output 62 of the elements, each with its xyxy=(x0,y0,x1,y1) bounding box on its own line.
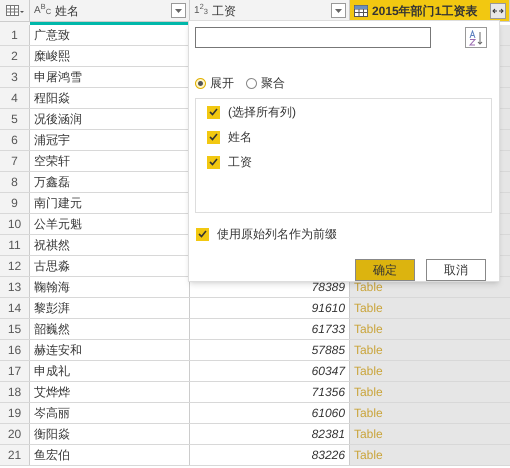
row-number: 13 xyxy=(0,277,30,297)
table-icon[interactable] xyxy=(6,5,24,16)
row-number: 10 xyxy=(0,214,30,234)
row-number: 19 xyxy=(0,403,30,423)
table-cell[interactable]: Table xyxy=(350,382,510,402)
checkbox-label: 姓名 xyxy=(228,129,252,146)
table-cell[interactable]: Table xyxy=(350,319,510,339)
row-number: 5 xyxy=(0,109,30,129)
checkbox[interactable] xyxy=(207,156,220,168)
table-cell: 艾烨烨 xyxy=(30,382,190,402)
row-number: 16 xyxy=(0,340,30,360)
row-number: 11 xyxy=(0,235,30,255)
radio-option[interactable]: 聚合 xyxy=(246,74,285,92)
row-number: 14 xyxy=(0,298,30,318)
checkbox-label: 工资 xyxy=(228,154,252,171)
column-header[interactable]: 2015年部门1工资表 xyxy=(350,0,510,21)
row-number: 21 xyxy=(0,445,30,465)
row-number: 15 xyxy=(0,319,30,339)
dropdown-icon[interactable] xyxy=(171,3,186,18)
column-name: 工资 xyxy=(212,2,237,20)
table-icon xyxy=(354,4,368,16)
sort-button[interactable] xyxy=(465,27,487,48)
radio-icon[interactable] xyxy=(195,78,206,88)
cancel-button[interactable]: 取消 xyxy=(426,259,486,281)
table-cell: 衡阳焱 xyxy=(30,424,190,444)
table-cell[interactable]: Table xyxy=(350,361,510,381)
row-number: 3 xyxy=(0,67,30,87)
checkbox-label: (选择所有列) xyxy=(228,104,296,121)
row-number: 18 xyxy=(0,382,30,402)
table-cell: 申成礼 xyxy=(30,361,190,381)
checkbox[interactable] xyxy=(207,130,220,144)
dropdown-icon[interactable] xyxy=(331,3,346,18)
checkbox[interactable] xyxy=(196,228,209,240)
table-cell: 赫连安和 xyxy=(30,340,190,360)
radio-icon[interactable] xyxy=(246,78,257,88)
table-cell: 韶巍然 xyxy=(30,319,190,339)
checkbox-label: 使用原始列名作为前缀 xyxy=(217,226,337,243)
column-name: 姓名 xyxy=(55,2,80,20)
row-number: 6 xyxy=(0,130,30,150)
row-number: 9 xyxy=(0,193,30,213)
table-cell[interactable]: Table xyxy=(350,340,510,360)
ok-button[interactable]: 确定 xyxy=(355,259,415,281)
column-name: 2015年部门1工资表 xyxy=(372,2,478,20)
row-number: 20 xyxy=(0,424,30,444)
table-cell[interactable]: Table xyxy=(350,424,510,444)
table-cell[interactable]: Table xyxy=(350,403,510,423)
row-number: 8 xyxy=(0,172,30,192)
table-cell: 鱼宏伯 xyxy=(30,445,190,465)
radio-option[interactable]: 展开 xyxy=(195,74,234,92)
table-cell[interactable]: Table xyxy=(350,445,510,465)
row-number: 17 xyxy=(0,361,30,381)
expand-icon[interactable] xyxy=(490,2,506,18)
table-cell: 黎彭湃 xyxy=(30,298,190,318)
row-number: 12 xyxy=(0,256,30,276)
table-cell[interactable]: Table xyxy=(350,298,510,318)
table-cell: 岑高丽 xyxy=(30,403,190,423)
checkbox[interactable] xyxy=(207,106,220,118)
search-field[interactable] xyxy=(195,27,431,48)
row-number: 7 xyxy=(0,151,30,171)
row-number: 1 xyxy=(0,25,30,45)
row-number: 4 xyxy=(0,88,30,108)
row-number: 2 xyxy=(0,46,30,66)
